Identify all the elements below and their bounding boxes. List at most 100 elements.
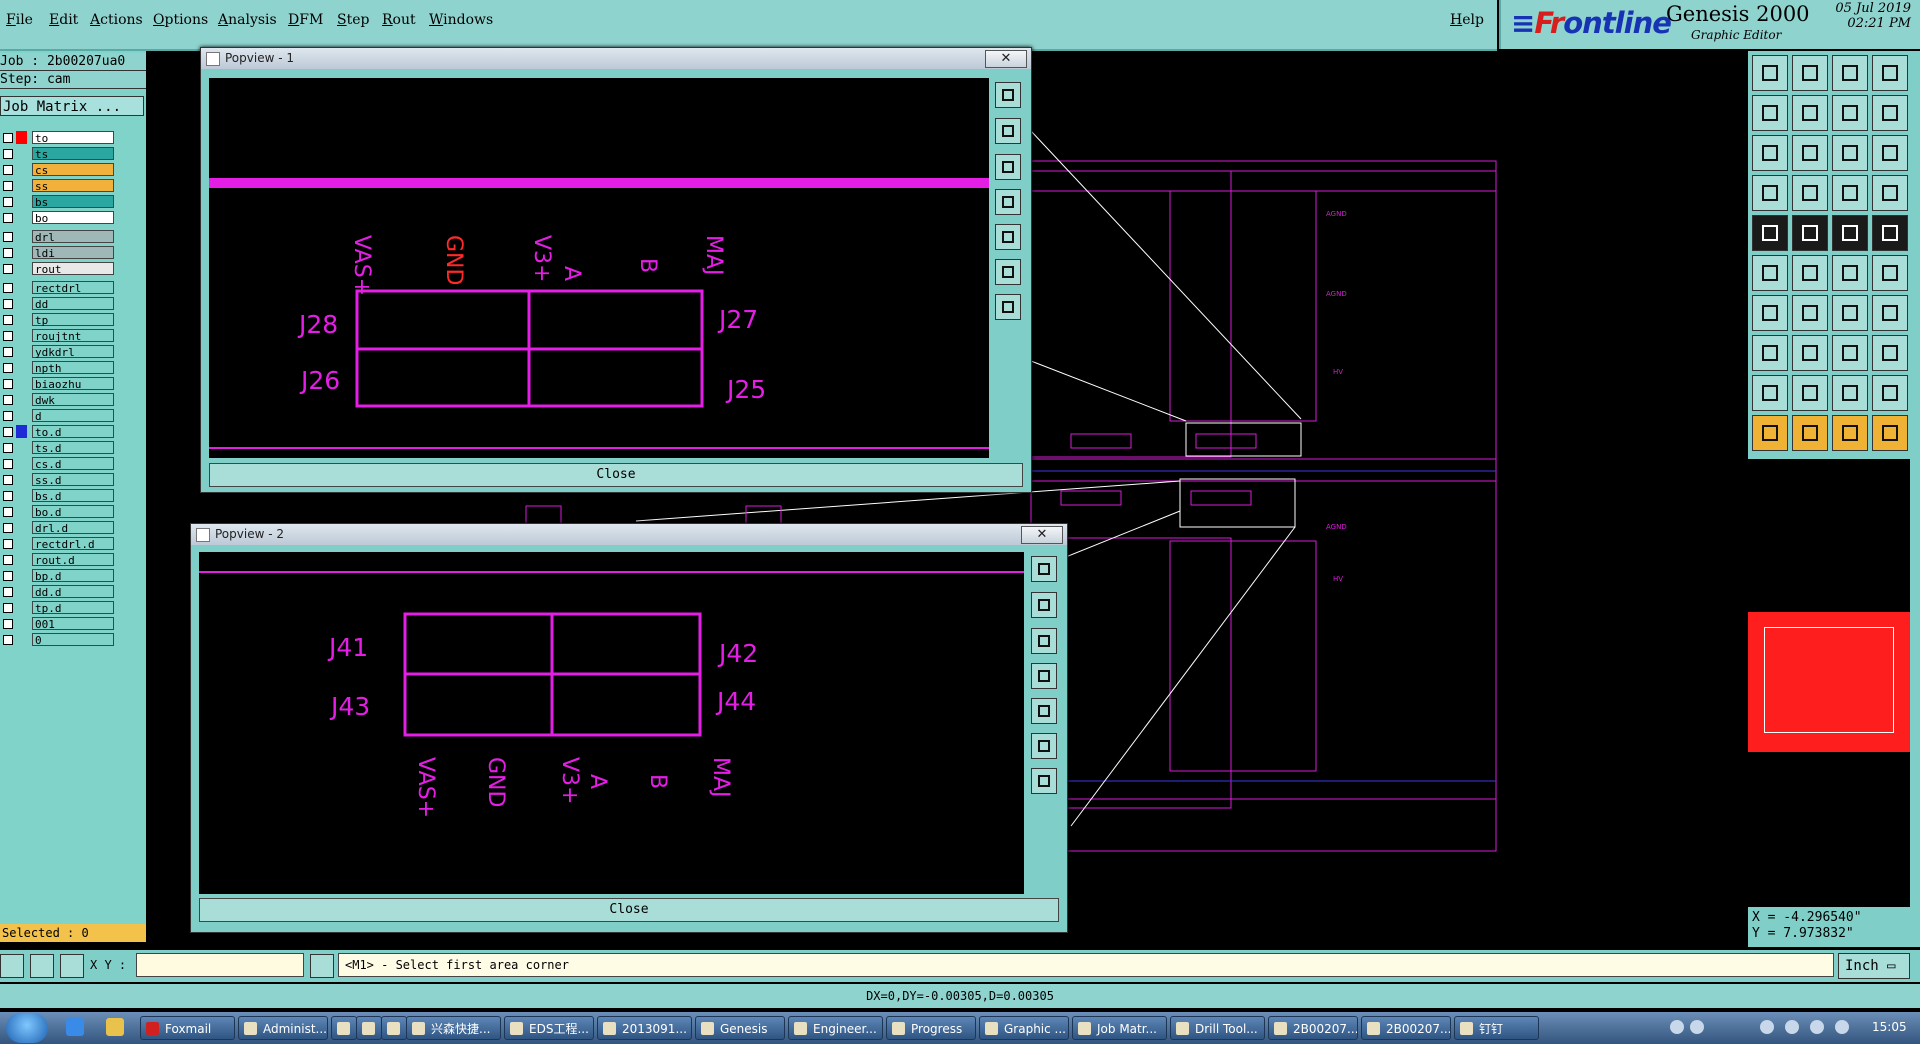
taskbar-item[interactable]: Administ... [238,1016,328,1040]
layer-checkbox[interactable] [3,248,13,258]
layer-checkbox[interactable] [3,232,13,242]
layer-checkbox[interactable] [3,427,13,437]
measure-icon[interactable] [1832,215,1868,251]
popview-1-window[interactable]: Popview - 1 ✕ J28 J27 J26 J25 VAS+ GND V… [200,47,1032,493]
layer-row[interactable]: ss [0,178,118,193]
layer-row[interactable]: rout.d [0,552,118,567]
taskbar-item[interactable]: Engineer... [788,1016,883,1040]
layer-checkbox[interactable] [3,635,13,645]
pan-icon[interactable] [1792,135,1828,171]
layer-checkbox[interactable] [3,299,13,309]
next-step-icon[interactable] [1792,95,1828,131]
grid-icon[interactable] [1872,335,1908,371]
snap-icon[interactable] [0,954,24,978]
dot-icon[interactable] [1872,215,1908,251]
taskbar-item[interactable]: Foxmail [140,1016,235,1040]
unit-select[interactable]: Inch ▭ [1838,953,1910,979]
taskbar-item[interactable] [381,1016,407,1040]
menu-help[interactable]: Help [1450,12,1484,28]
zoom-icon[interactable] [995,82,1021,108]
triangle-3-icon[interactable] [1832,375,1868,411]
popview-1-canvas[interactable]: J28 J27 J26 J25 VAS+ GND V3+ A B MAJ [209,78,989,458]
output-icon[interactable] [1752,55,1788,91]
pan-left-icon[interactable] [1031,663,1057,689]
shield-icon[interactable] [1760,1020,1774,1034]
layer-checkbox[interactable] [3,603,13,613]
layer-row[interactable]: dd.d [0,584,118,599]
layer-row[interactable]: npth [0,360,118,375]
layer-checkbox[interactable] [3,149,13,159]
layer-row[interactable]: ss.d [0,472,118,487]
pointer-2-icon[interactable] [1792,415,1828,451]
layer-row[interactable]: cs [0,162,118,177]
zoom-fit-icon[interactable] [995,259,1021,285]
layer-row[interactable]: rectdrl.d [0,536,118,551]
popview-2-close-icon[interactable]: ✕ [1021,526,1063,544]
layer-checkbox[interactable] [3,491,13,501]
layer-row[interactable]: bp.d [0,568,118,583]
layer-checkbox[interactable] [3,443,13,453]
layer-row[interactable]: drl.d [0,520,118,535]
taskbar-item[interactable]: Drill Tool... [1170,1016,1265,1040]
menu-step[interactable]: Step [337,12,369,28]
xy-input[interactable] [136,953,304,977]
pan-up-icon[interactable] [995,118,1021,144]
taskbar-item[interactable] [331,1016,357,1040]
zoom-fit-icon[interactable] [1031,733,1057,759]
pan-down-icon[interactable] [995,154,1021,180]
net-blue-icon[interactable] [1872,175,1908,211]
layer-row[interactable]: roujtnt [0,328,118,343]
popview-1-close-button[interactable]: Close [209,463,1023,487]
layer-checkbox[interactable] [3,555,13,565]
layer-checkbox[interactable] [3,347,13,357]
taskbar-item[interactable]: 2B00207... [1268,1016,1358,1040]
popview-1-titlebar[interactable]: Popview - 1 ✕ [201,48,1031,69]
ie-icon[interactable] [66,1018,84,1036]
taskbar-item[interactable]: 兴森快捷... [406,1016,501,1040]
layer-checkbox[interactable] [3,475,13,485]
wire-icon[interactable] [1792,175,1828,211]
redo-icon[interactable] [1872,95,1908,131]
layer-row[interactable]: bo.d [0,504,118,519]
taskbar-item[interactable]: 2013091... [597,1016,692,1040]
layer-checkbox[interactable] [3,264,13,274]
layer-checkbox[interactable] [3,315,13,325]
layer-row[interactable]: 0 [0,632,118,647]
layer-row[interactable]: bo [0,210,118,225]
layer-checkbox[interactable] [3,379,13,389]
pointer-icon[interactable] [1752,415,1788,451]
help-tray-icon[interactable] [1690,1020,1704,1034]
layer-row[interactable]: tp [0,312,118,327]
layer-row[interactable]: to [0,130,118,145]
popview-1-close-icon[interactable]: ✕ [985,50,1027,68]
pan-right-icon[interactable] [1031,698,1057,724]
cross-icon[interactable] [1792,255,1828,291]
layer-checkbox[interactable] [3,165,13,175]
layer-row[interactable]: ts [0,146,118,161]
back-icon[interactable] [1832,95,1868,131]
triangle-icon[interactable] [1752,375,1788,411]
menu-windows[interactable]: Windows [429,12,493,28]
layer-checkbox[interactable] [3,213,13,223]
layer-checkbox[interactable] [3,507,13,517]
layer-row[interactable]: 001 [0,616,118,631]
connect-icon[interactable] [1752,255,1788,291]
volume-icon[interactable] [1810,1020,1824,1034]
edit-line-icon[interactable] [1792,335,1828,371]
text-icon[interactable] [1872,295,1908,331]
home-icon[interactable] [1832,55,1868,91]
taskbar-item[interactable]: Job Matr... [1072,1016,1167,1040]
select-icon[interactable] [1752,215,1788,251]
layout-icon[interactable] [1872,55,1908,91]
align-icon[interactable] [1832,335,1868,371]
triangle-4-icon[interactable] [1872,375,1908,411]
layer-checkbox[interactable] [3,181,13,191]
taskbar-item[interactable]: Graphic ... [979,1016,1069,1040]
zoom-center-icon[interactable] [1031,768,1057,794]
layer-checkbox[interactable] [3,587,13,597]
pan-right-icon[interactable] [995,224,1021,250]
pan-up-icon[interactable] [1031,592,1057,618]
layer-row[interactable]: dwk [0,392,118,407]
arc-icon[interactable] [1832,295,1868,331]
explorer-icon[interactable] [106,1018,124,1036]
